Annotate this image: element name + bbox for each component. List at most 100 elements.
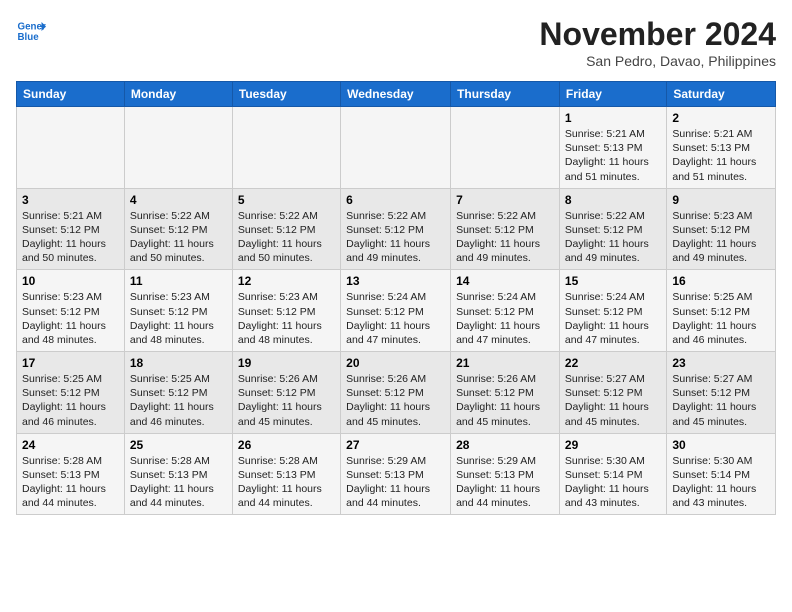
calendar-week-1: 1 Sunrise: 5:21 AM Sunset: 5:13 PM Daylig…	[17, 107, 776, 189]
day-number: 14	[456, 274, 554, 288]
dow-sunday: Sunday	[17, 82, 125, 107]
day-number: 3	[22, 193, 119, 207]
day-info: Sunrise: 5:22 AM Sunset: 5:12 PM Dayligh…	[346, 209, 445, 266]
day-info: Sunrise: 5:24 AM Sunset: 5:12 PM Dayligh…	[346, 290, 445, 347]
day-info: Sunrise: 5:22 AM Sunset: 5:12 PM Dayligh…	[565, 209, 661, 266]
dow-tuesday: Tuesday	[232, 82, 340, 107]
day-info: Sunrise: 5:21 AM Sunset: 5:13 PM Dayligh…	[672, 127, 770, 184]
day-info: Sunrise: 5:22 AM Sunset: 5:12 PM Dayligh…	[456, 209, 554, 266]
svg-text:Blue: Blue	[18, 32, 40, 43]
day-info: Sunrise: 5:27 AM Sunset: 5:12 PM Dayligh…	[565, 372, 661, 429]
day-info: Sunrise: 5:26 AM Sunset: 5:12 PM Dayligh…	[238, 372, 335, 429]
calendar-cell: 22 Sunrise: 5:27 AM Sunset: 5:12 PM Dayli…	[559, 352, 666, 434]
calendar-cell	[341, 107, 451, 189]
calendar-cell: 1 Sunrise: 5:21 AM Sunset: 5:13 PM Daylig…	[559, 107, 666, 189]
day-number: 5	[238, 193, 335, 207]
day-number: 10	[22, 274, 119, 288]
day-number: 1	[565, 111, 661, 125]
calendar-cell: 29 Sunrise: 5:30 AM Sunset: 5:14 PM Dayli…	[559, 433, 666, 515]
calendar-cell: 13 Sunrise: 5:24 AM Sunset: 5:12 PM Dayli…	[341, 270, 451, 352]
calendar-cell: 19 Sunrise: 5:26 AM Sunset: 5:12 PM Dayli…	[232, 352, 340, 434]
calendar-cell: 28 Sunrise: 5:29 AM Sunset: 5:13 PM Dayli…	[451, 433, 560, 515]
day-number: 12	[238, 274, 335, 288]
day-number: 17	[22, 356, 119, 370]
calendar-cell: 16 Sunrise: 5:25 AM Sunset: 5:12 PM Dayli…	[667, 270, 776, 352]
day-info: Sunrise: 5:23 AM Sunset: 5:12 PM Dayligh…	[130, 290, 227, 347]
day-number: 13	[346, 274, 445, 288]
day-info: Sunrise: 5:29 AM Sunset: 5:13 PM Dayligh…	[346, 454, 445, 511]
calendar-cell: 26 Sunrise: 5:28 AM Sunset: 5:13 PM Dayli…	[232, 433, 340, 515]
day-info: Sunrise: 5:21 AM Sunset: 5:12 PM Dayligh…	[22, 209, 119, 266]
day-number: 27	[346, 438, 445, 452]
day-number: 6	[346, 193, 445, 207]
day-info: Sunrise: 5:25 AM Sunset: 5:12 PM Dayligh…	[672, 290, 770, 347]
day-info: Sunrise: 5:21 AM Sunset: 5:13 PM Dayligh…	[565, 127, 661, 184]
day-number: 30	[672, 438, 770, 452]
calendar-cell	[17, 107, 125, 189]
calendar-cell	[451, 107, 560, 189]
calendar-cell: 4Sunrise: 5:22 AM Sunset: 5:12 PM Daylig…	[124, 188, 232, 270]
calendar-cell: 5 Sunrise: 5:22 AM Sunset: 5:12 PM Daylig…	[232, 188, 340, 270]
calendar-cell: 12 Sunrise: 5:23 AM Sunset: 5:12 PM Dayli…	[232, 270, 340, 352]
logo-icon: General Blue	[16, 16, 46, 46]
day-number: 11	[130, 274, 227, 288]
calendar-cell: 3 Sunrise: 5:21 AM Sunset: 5:12 PM Daylig…	[17, 188, 125, 270]
calendar-week-4: 17 Sunrise: 5:25 AM Sunset: 5:12 PM Dayli…	[17, 352, 776, 434]
calendar-cell: 30 Sunrise: 5:30 AM Sunset: 5:14 PM Dayli…	[667, 433, 776, 515]
calendar-week-2: 3 Sunrise: 5:21 AM Sunset: 5:12 PM Daylig…	[17, 188, 776, 270]
day-number: 23	[672, 356, 770, 370]
day-info: Sunrise: 5:23 AM Sunset: 5:12 PM Dayligh…	[238, 290, 335, 347]
calendar-cell: 24Sunrise: 5:28 AM Sunset: 5:13 PM Dayli…	[17, 433, 125, 515]
calendar-cell: 2Sunrise: 5:21 AM Sunset: 5:13 PM Daylig…	[667, 107, 776, 189]
day-number: 4	[130, 193, 227, 207]
day-number: 15	[565, 274, 661, 288]
day-number: 19	[238, 356, 335, 370]
day-info: Sunrise: 5:27 AM Sunset: 5:12 PM Dayligh…	[672, 372, 770, 429]
day-info: Sunrise: 5:30 AM Sunset: 5:14 PM Dayligh…	[565, 454, 661, 511]
calendar-cell: 15 Sunrise: 5:24 AM Sunset: 5:12 PM Dayli…	[559, 270, 666, 352]
day-info: Sunrise: 5:24 AM Sunset: 5:12 PM Dayligh…	[456, 290, 554, 347]
dow-thursday: Thursday	[451, 82, 560, 107]
day-info: Sunrise: 5:28 AM Sunset: 5:13 PM Dayligh…	[238, 454, 335, 511]
day-number: 29	[565, 438, 661, 452]
title-block: November 2024 San Pedro, Davao, Philippi…	[539, 16, 776, 69]
day-info: Sunrise: 5:29 AM Sunset: 5:13 PM Dayligh…	[456, 454, 554, 511]
page-header: General Blue November 2024 San Pedro, Da…	[16, 16, 776, 69]
day-info: Sunrise: 5:25 AM Sunset: 5:12 PM Dayligh…	[22, 372, 119, 429]
dow-wednesday: Wednesday	[341, 82, 451, 107]
calendar-cell: 20Sunrise: 5:26 AM Sunset: 5:12 PM Dayli…	[341, 352, 451, 434]
calendar-cell: 6 Sunrise: 5:22 AM Sunset: 5:12 PM Daylig…	[341, 188, 451, 270]
calendar-cell: 18 Sunrise: 5:25 AM Sunset: 5:12 PM Dayli…	[124, 352, 232, 434]
day-number: 21	[456, 356, 554, 370]
day-number: 7	[456, 193, 554, 207]
day-number: 26	[238, 438, 335, 452]
calendar-cell: 10Sunrise: 5:23 AM Sunset: 5:12 PM Dayli…	[17, 270, 125, 352]
day-info: Sunrise: 5:25 AM Sunset: 5:12 PM Dayligh…	[130, 372, 227, 429]
day-number: 9	[672, 193, 770, 207]
calendar-cell: 23 Sunrise: 5:27 AM Sunset: 5:12 PM Dayli…	[667, 352, 776, 434]
day-number: 18	[130, 356, 227, 370]
calendar-cell: 25 Sunrise: 5:28 AM Sunset: 5:13 PM Dayli…	[124, 433, 232, 515]
logo: General Blue	[16, 16, 46, 46]
calendar-cell: 14 Sunrise: 5:24 AM Sunset: 5:12 PM Dayli…	[451, 270, 560, 352]
day-info: Sunrise: 5:28 AM Sunset: 5:13 PM Dayligh…	[22, 454, 119, 511]
calendar-cell: 27 Sunrise: 5:29 AM Sunset: 5:13 PM Dayli…	[341, 433, 451, 515]
dow-saturday: Saturday	[667, 82, 776, 107]
day-number: 25	[130, 438, 227, 452]
day-info: Sunrise: 5:24 AM Sunset: 5:12 PM Dayligh…	[565, 290, 661, 347]
calendar-cell: 17 Sunrise: 5:25 AM Sunset: 5:12 PM Dayli…	[17, 352, 125, 434]
day-info: Sunrise: 5:30 AM Sunset: 5:14 PM Dayligh…	[672, 454, 770, 511]
day-info: Sunrise: 5:22 AM Sunset: 5:12 PM Dayligh…	[238, 209, 335, 266]
calendar-cell: 11 Sunrise: 5:23 AM Sunset: 5:12 PM Dayli…	[124, 270, 232, 352]
calendar-week-5: 24Sunrise: 5:28 AM Sunset: 5:13 PM Dayli…	[17, 433, 776, 515]
calendar-table: SundayMondayTuesdayWednesdayThursdayFrid…	[16, 81, 776, 515]
day-number: 28	[456, 438, 554, 452]
calendar-cell	[124, 107, 232, 189]
calendar-cell	[232, 107, 340, 189]
calendar-cell: 21Sunrise: 5:26 AM Sunset: 5:12 PM Dayli…	[451, 352, 560, 434]
day-number: 22	[565, 356, 661, 370]
day-info: Sunrise: 5:28 AM Sunset: 5:13 PM Dayligh…	[130, 454, 227, 511]
day-number: 16	[672, 274, 770, 288]
dow-friday: Friday	[559, 82, 666, 107]
day-info: Sunrise: 5:23 AM Sunset: 5:12 PM Dayligh…	[672, 209, 770, 266]
